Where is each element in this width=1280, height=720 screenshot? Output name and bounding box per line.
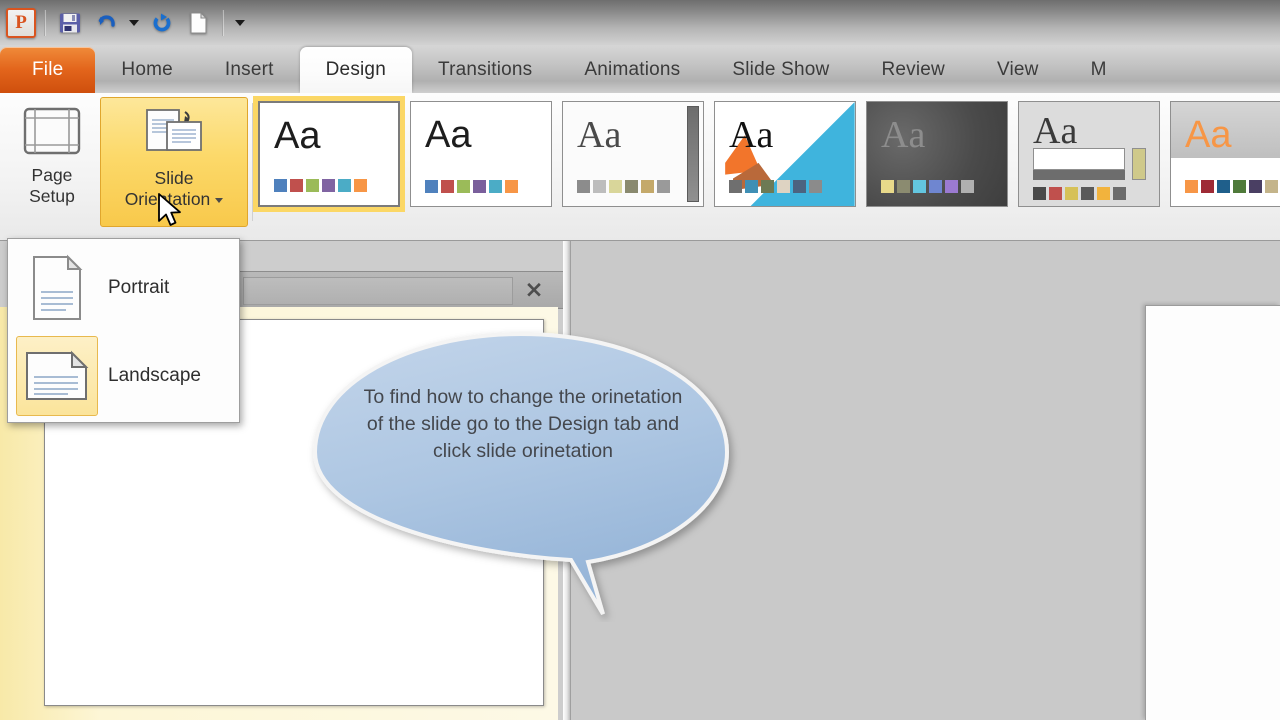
theme-accent-bar — [687, 106, 699, 202]
theme-thumbnail-austin[interactable]: Aa — [1170, 101, 1280, 207]
group-divider — [252, 103, 253, 221]
theme-swatches — [425, 180, 518, 193]
theme-thumbnail-angles[interactable]: Aa — [562, 101, 704, 207]
tab-file-label: File — [32, 59, 64, 80]
tab-home-label: Home — [121, 59, 173, 80]
panel-title-bar: × — [234, 271, 564, 309]
slide-orientation-icon — [146, 109, 202, 151]
save-icon[interactable] — [54, 7, 86, 39]
tab-review-label: Review — [881, 59, 945, 80]
landscape-page-icon — [26, 350, 89, 400]
tab-animations[interactable]: Animations — [558, 47, 706, 93]
undo-dropdown-caret-icon[interactable] — [126, 8, 142, 38]
app-letter: P — [15, 11, 27, 33]
theme-aa-text: Aa — [881, 114, 926, 156]
page-setup-group: Page Setup Slide Orientation — [4, 97, 250, 229]
mouse-cursor-icon — [157, 192, 187, 237]
tab-review[interactable]: Review — [855, 47, 971, 93]
theme-aa-text: Aa — [1033, 110, 1078, 152]
tab-insert[interactable]: Insert — [199, 47, 300, 93]
tab-slide-show-label: Slide Show — [732, 59, 830, 80]
tab-view[interactable]: View — [971, 47, 1065, 93]
theme-artwork-chip — [1132, 148, 1146, 180]
theme-aa-text: Aa — [577, 114, 622, 156]
theme-swatches — [1033, 187, 1126, 200]
theme-swatches — [729, 180, 822, 193]
powerpoint-logo-icon[interactable]: P — [6, 7, 36, 38]
theme-aa-text: Aa — [274, 115, 321, 157]
callout-bubble[interactable]: To find how to change the orinetation of… — [303, 322, 749, 627]
powerpoint-window: P File Home Insert Design Transitions An… — [0, 0, 1280, 720]
tab-insert-label: Insert — [224, 59, 274, 80]
ribbon-tab-strip: File Home Insert Design Transitions Anim… — [0, 45, 1280, 93]
theme-swatches — [1185, 180, 1278, 193]
callout-text: To find how to change the orinetation of… — [363, 386, 683, 462]
theme-artwork — [1033, 148, 1125, 170]
right-side-pane — [1145, 305, 1280, 720]
theme-thumbnail-apothecary[interactable]: Aa — [866, 101, 1008, 207]
portrait-page-icon — [33, 254, 83, 320]
callout-shape — [312, 331, 730, 616]
page-setup-button[interactable]: Page Setup — [4, 97, 100, 227]
theme-swatches — [881, 180, 974, 193]
theme-thumbnail-apex[interactable]: Aa — [714, 101, 856, 207]
page-setup-icon — [23, 107, 81, 155]
theme-thumbnail-aspect[interactable]: Aa — [1018, 101, 1160, 207]
panel-title-inner — [243, 277, 513, 305]
toolbar-separator-2 — [222, 9, 224, 36]
tab-more[interactable]: M — [1065, 47, 1133, 93]
portrait-icon-wrapper — [16, 248, 98, 328]
page-setup-label: Page Setup — [29, 165, 75, 206]
theme-swatches — [274, 179, 367, 192]
landscape-icon-wrapper — [16, 336, 98, 416]
theme-aa-text: Aa — [425, 114, 472, 156]
theme-thumbnail-office[interactable]: Aa — [253, 96, 405, 212]
theme-swatches — [577, 180, 670, 193]
quick-access-toolbar: P — [0, 0, 1280, 45]
menu-item-landscape[interactable]: Landscape — [8, 332, 239, 420]
tab-home[interactable]: Home — [95, 47, 198, 93]
ribbon-design-panel: Page Setup Slide Orientation Aa Aa Aa Aa… — [0, 93, 1280, 241]
tab-file[interactable]: File — [0, 47, 96, 93]
slide-orientation-caret-icon[interactable] — [215, 197, 224, 203]
themes-gallery: Aa Aa Aa Aa Aa Aa Aa — [253, 96, 1280, 225]
close-icon[interactable]: × — [522, 278, 546, 302]
theme-aa-text: Aa — [729, 114, 774, 156]
redo-icon[interactable] — [146, 7, 178, 39]
undo-icon[interactable] — [90, 7, 122, 39]
menu-item-portrait[interactable]: Portrait — [8, 244, 239, 332]
menu-item-landscape-label: Landscape — [108, 365, 201, 386]
tab-view-label: View — [996, 59, 1039, 80]
tab-more-label: M — [1090, 59, 1107, 80]
slide-orientation-dropdown-menu: Portrait Landscape — [7, 238, 240, 423]
theme-aa-text: Aa — [1185, 114, 1232, 156]
tab-transitions-label: Transitions — [437, 59, 533, 80]
theme-thumbnail-adjacency[interactable]: Aa — [410, 101, 552, 207]
tab-design[interactable]: Design — [299, 47, 412, 93]
menu-item-portrait-label: Portrait — [108, 277, 170, 298]
tab-transitions[interactable]: Transitions — [412, 47, 558, 93]
new-document-icon[interactable] — [182, 7, 214, 39]
tab-animations-label: Animations — [584, 59, 681, 80]
theme-artwork-bar — [1033, 170, 1125, 180]
tab-slide-show[interactable]: Slide Show — [706, 47, 855, 93]
customize-quick-access-caret-icon[interactable] — [232, 8, 248, 38]
toolbar-separator-1 — [44, 9, 46, 36]
tab-design-label: Design — [325, 59, 386, 80]
